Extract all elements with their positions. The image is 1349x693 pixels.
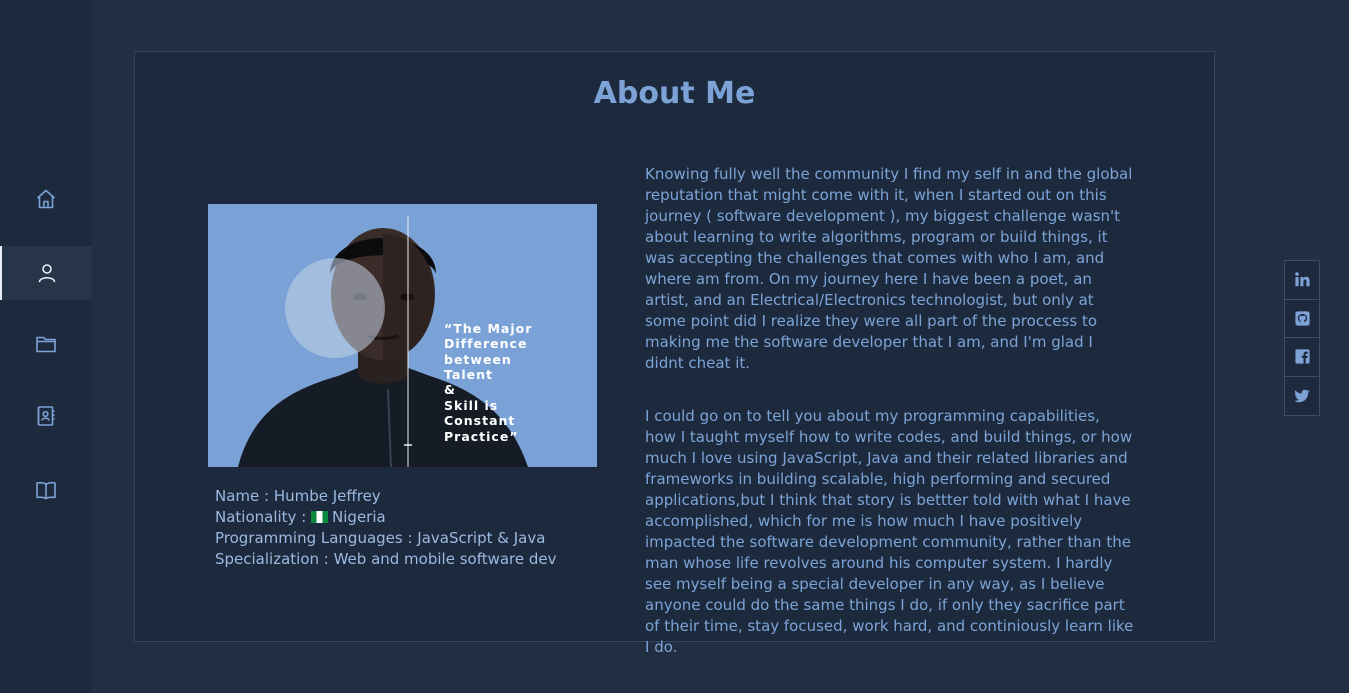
quote-line-8: Practice” [444, 429, 519, 444]
info-name: Name : Humbe Jeffrey [215, 487, 381, 505]
info-nationality: Nationality : Nigeria [215, 507, 557, 528]
linkedin-link[interactable] [1285, 261, 1319, 300]
quote-line-1: “The Major [444, 321, 532, 336]
nav-about[interactable] [0, 246, 92, 300]
book-icon [36, 481, 56, 500]
personal-info: Name : Humbe Jeffrey Nationality : Niger… [215, 486, 557, 570]
bio-paragraph-2: I could go on to tell you about my progr… [645, 407, 1134, 656]
linkedin-icon [1294, 272, 1310, 287]
social-links [1284, 260, 1320, 416]
nav-contacts[interactable] [0, 389, 92, 443]
nav-projects[interactable] [0, 317, 92, 371]
nigeria-flag-icon [311, 511, 329, 523]
quote-line-2: Difference [444, 336, 527, 351]
nav-home[interactable] [0, 172, 92, 226]
nationality-label: Nationality : [215, 508, 312, 526]
folder-icon [36, 336, 56, 353]
nav-blog[interactable] [0, 463, 92, 517]
sidebar [0, 0, 92, 693]
portrait-illustration: “The Major Difference between Talent & S… [208, 204, 597, 467]
quote-line-6: Skill is [444, 398, 498, 413]
profile-image: “The Major Difference between Talent & S… [208, 204, 597, 467]
twitter-link[interactable] [1285, 377, 1319, 416]
facebook-icon [1294, 349, 1310, 364]
bio-paragraph-1: Knowing fully well the community I find … [645, 165, 1133, 372]
page-title: About Me [593, 76, 756, 111]
nationality-value: Nigeria [332, 508, 386, 526]
github-icon [1294, 311, 1310, 326]
user-icon [38, 264, 56, 283]
quote-line-4: Talent [444, 367, 493, 382]
info-languages: Programming Languages : JavaScript & Jav… [215, 529, 546, 547]
home-icon [36, 189, 56, 209]
contacts-icon [37, 406, 55, 426]
github-link[interactable] [1285, 300, 1319, 338]
quote-line-5: & [444, 382, 456, 397]
facebook-link[interactable] [1285, 338, 1319, 377]
quote-line-3: between [444, 352, 512, 367]
bio-text: Knowing fully well the community I find … [645, 164, 1135, 690]
quote-line-7: Constant [444, 413, 515, 428]
twitter-icon [1293, 389, 1310, 403]
info-specialization: Specialization : Web and mobile software… [215, 550, 557, 568]
